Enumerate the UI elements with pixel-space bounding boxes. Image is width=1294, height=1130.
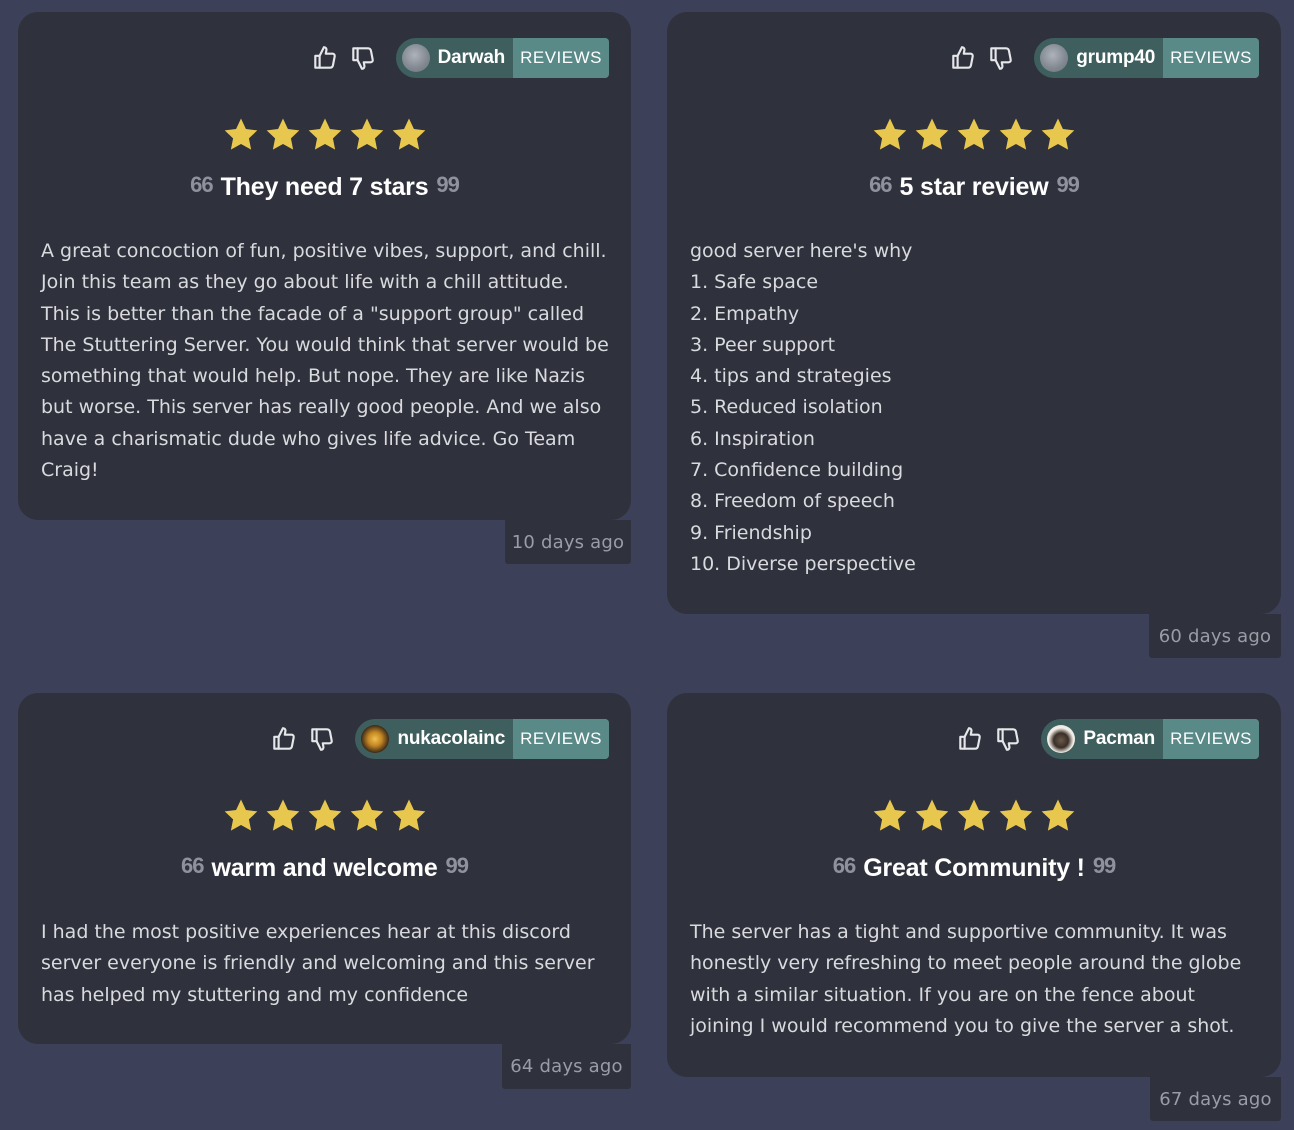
review-card-body: grump40 REVIEWS 66 5 star review 99 good s…	[667, 12, 1281, 614]
review-header: Pacman REVIEWS	[957, 719, 1259, 759]
star-icon	[913, 116, 951, 154]
avatar	[401, 44, 430, 72]
star-rating	[18, 116, 631, 154]
review-card: nukacolainc REVIEWS 66 warm and welcome 99…	[18, 693, 631, 1089]
review-title-text: 5 star review	[899, 173, 1049, 201]
open-quote-icon: 66	[832, 853, 857, 878]
thumbs-up-icon[interactable]	[312, 44, 338, 72]
star-rating	[667, 797, 1281, 835]
open-quote-icon: 66	[869, 172, 893, 197]
thumbs-up-icon[interactable]	[957, 725, 983, 753]
review-timestamp: 60 days ago	[1149, 614, 1281, 658]
star-icon	[871, 797, 909, 835]
reviews-tag[interactable]: REVIEWS	[513, 719, 609, 759]
star-icon	[955, 116, 993, 154]
thumbs-down-icon[interactable]	[350, 44, 376, 72]
thumbs-down-icon[interactable]	[309, 725, 335, 753]
review-card: Pacman REVIEWS 66 Great Community ! 99 The…	[667, 693, 1281, 1121]
star-icon	[390, 797, 428, 835]
reviews-tag[interactable]: REVIEWS	[1163, 38, 1259, 78]
star-icon	[348, 797, 386, 835]
author-badge[interactable]: grump40 REVIEWS	[1034, 38, 1259, 78]
star-icon	[955, 797, 993, 835]
review-timestamp: 67 days ago	[1150, 1077, 1281, 1121]
review-title: 66 warm and welcome 99	[18, 853, 631, 883]
author-info[interactable]: Darwah	[396, 38, 513, 78]
author-name[interactable]: Darwah	[438, 47, 506, 69]
review-timestamp: 64 days ago	[502, 1044, 631, 1089]
star-icon	[997, 797, 1035, 835]
author-info[interactable]: grump40	[1034, 38, 1163, 78]
author-badge[interactable]: Pacman REVIEWS	[1041, 719, 1259, 759]
star-icon	[348, 116, 386, 154]
star-icon	[306, 116, 344, 154]
review-title-text: warm and welcome	[211, 854, 438, 882]
author-info[interactable]: Pacman	[1041, 719, 1163, 759]
review-header: nukacolainc REVIEWS	[271, 719, 609, 759]
author-badge[interactable]: Darwah REVIEWS	[395, 38, 609, 78]
thumbs-up-icon[interactable]	[950, 44, 976, 72]
avatar	[1047, 725, 1076, 753]
close-quote-icon: 99	[436, 172, 460, 197]
review-text: The server has a tight and supportive co…	[690, 921, 1242, 1037]
review-card-body: Darwah REVIEWS 66 They need 7 stars 99 A g…	[18, 12, 631, 520]
reviews-tag[interactable]: REVIEWS	[1163, 719, 1259, 759]
review-card: grump40 REVIEWS 66 5 star review 99 good s…	[667, 12, 1281, 658]
reviews-tag[interactable]: REVIEWS	[513, 38, 609, 78]
review-title-text: They need 7 stars	[220, 173, 429, 201]
close-quote-icon: 99	[445, 853, 470, 878]
star-rating	[667, 116, 1281, 154]
review-title: 66 They need 7 stars 99	[18, 172, 631, 202]
review-header: grump40 REVIEWS	[950, 38, 1259, 78]
review-title: 66 Great Community ! 99	[667, 853, 1281, 883]
author-name[interactable]: Pacman	[1083, 728, 1155, 750]
review-text: A great concoction of fun, positive vibe…	[41, 240, 609, 482]
review-text: good server here's why 1. Safe space 2. …	[690, 240, 916, 575]
avatar	[361, 725, 390, 753]
star-rating	[18, 797, 631, 835]
star-icon	[222, 797, 260, 835]
review-title-text: Great Community !	[863, 854, 1085, 882]
star-icon	[1039, 116, 1077, 154]
author-info[interactable]: nukacolainc	[355, 719, 513, 759]
star-icon	[264, 116, 302, 154]
author-name[interactable]: grump40	[1076, 47, 1155, 69]
author-name[interactable]: nukacolainc	[397, 728, 505, 750]
review-text: I had the most positive experiences hear…	[41, 921, 595, 1006]
star-icon	[871, 116, 909, 154]
open-quote-icon: 66	[190, 172, 214, 197]
star-icon	[390, 116, 428, 154]
review-card-body: nukacolainc REVIEWS 66 warm and welcome 99…	[18, 693, 631, 1044]
star-icon	[1039, 797, 1077, 835]
star-icon	[913, 797, 951, 835]
open-quote-icon: 66	[180, 853, 205, 878]
review-card-body: Pacman REVIEWS 66 Great Community ! 99 The…	[667, 693, 1281, 1077]
avatar	[1040, 44, 1069, 72]
star-icon	[997, 116, 1035, 154]
thumbs-up-icon[interactable]	[271, 725, 297, 753]
thumbs-down-icon[interactable]	[995, 725, 1021, 753]
author-badge[interactable]: nukacolainc REVIEWS	[355, 719, 609, 759]
star-icon	[264, 797, 302, 835]
review-timestamp: 10 days ago	[505, 520, 631, 564]
review-header: Darwah REVIEWS	[312, 38, 609, 78]
review-card: Darwah REVIEWS 66 They need 7 stars 99 A g…	[18, 12, 631, 564]
review-title: 66 5 star review 99	[667, 172, 1281, 202]
thumbs-down-icon[interactable]	[988, 44, 1014, 72]
close-quote-icon: 99	[1056, 172, 1080, 197]
star-icon	[306, 797, 344, 835]
star-icon	[222, 116, 260, 154]
close-quote-icon: 99	[1092, 853, 1117, 878]
